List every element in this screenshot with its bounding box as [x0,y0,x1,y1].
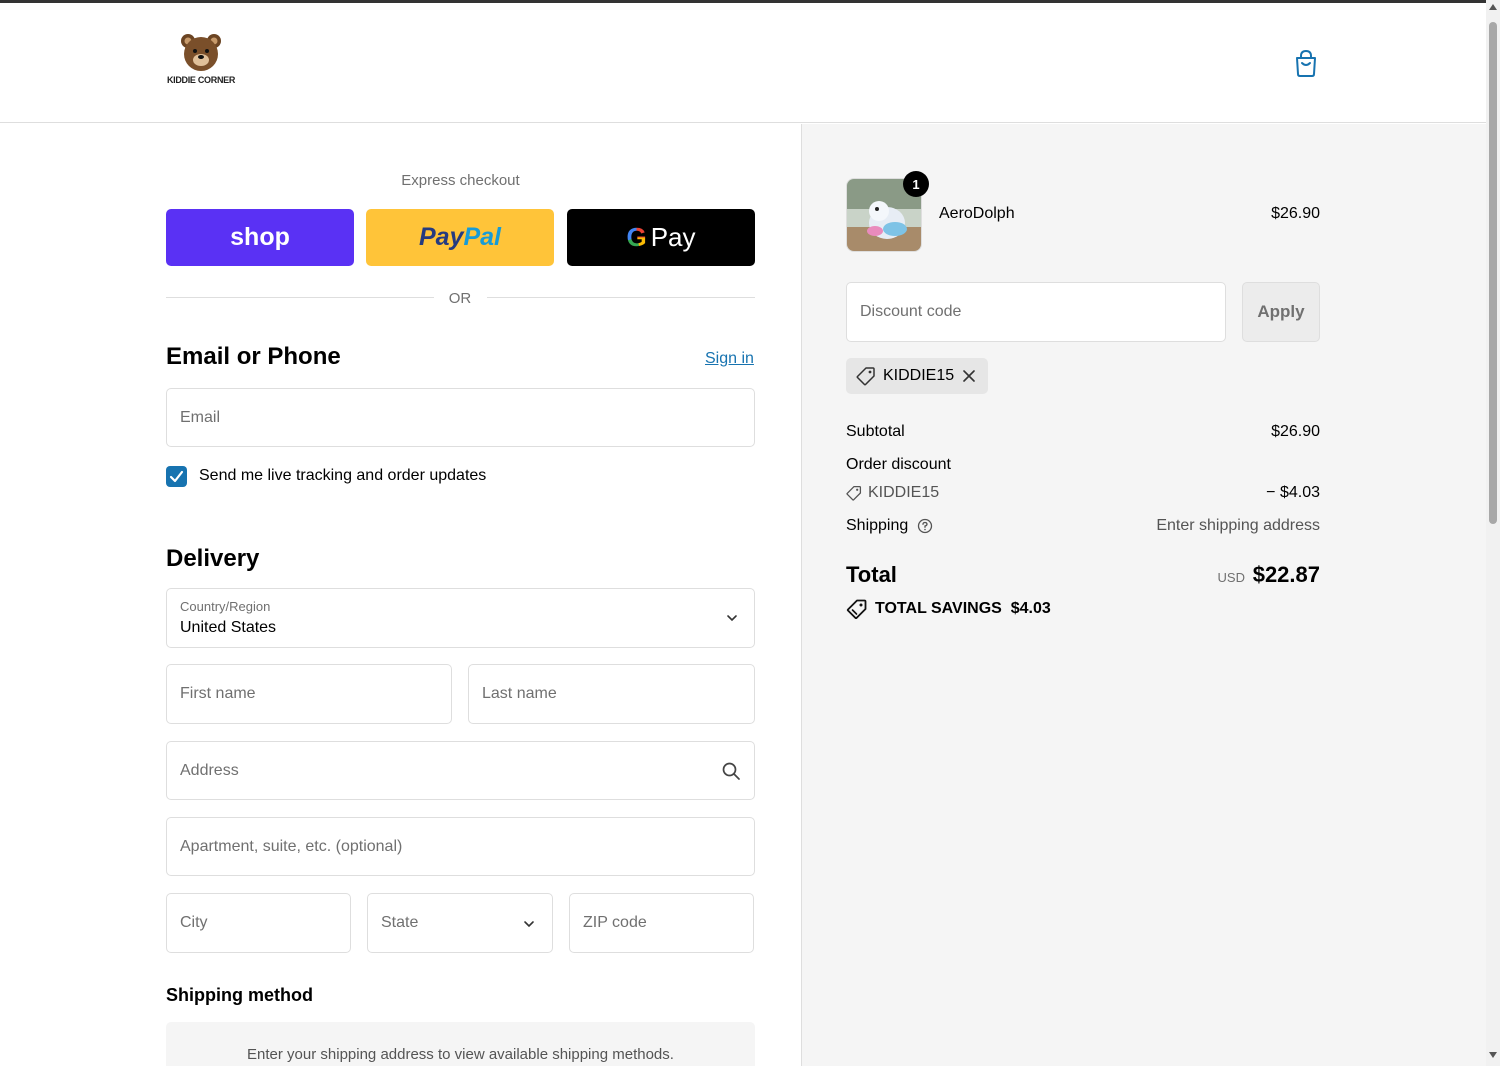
store-logo[interactable]: KIDDIE CORNER [166,29,236,95]
city-placeholder: City [180,914,208,931]
shop-pay-button[interactable]: shop [166,209,354,266]
first-name-field[interactable]: First name [166,664,452,724]
scroll-down-arrow-icon[interactable] [1489,1052,1497,1058]
total-savings: TOTAL SAVINGS $4.03 [875,600,1051,618]
address-placeholder: Address [180,761,239,779]
product-price: $26.90 [1271,205,1320,222]
order-discount-label: Order discount [846,456,951,473]
tag-icon [846,485,862,501]
order-summary-column [801,124,1486,1066]
header: KIDDIE CORNER [0,3,1486,123]
country-value: United States [180,619,277,636]
shipping-label: Shipping [846,517,909,534]
tracking-checkbox[interactable] [166,466,187,487]
sign-in-link[interactable]: Sign in [705,350,754,368]
applied-discount-code: KIDDIE15 [883,367,955,384]
city-field[interactable]: City [166,893,351,953]
country-select[interactable]: Country/Region United States [166,588,755,648]
discount-code-field[interactable]: Discount code [846,282,1226,342]
apartment-field[interactable]: Apartment, suite, etc. (optional) [166,817,755,876]
chevron-down-icon [727,615,737,622]
shipping-method-title: Shipping method [166,985,313,1005]
divider-left [166,297,434,298]
search-icon[interactable] [721,761,741,781]
paypal-label-pal: Pal [463,223,501,251]
total-value: $22.87 [1252,562,1320,587]
tracking-checkbox-label: Send me live tracking and order updates [199,467,487,484]
total-savings-label: TOTAL SAVINGS [875,600,1002,617]
country-label: Country/Region [180,599,271,614]
page-scrollbar[interactable] [1486,0,1500,1066]
discount-code-placeholder: Discount code [860,303,962,320]
express-checkout-label: Express checkout [401,172,520,189]
first-name-placeholder: First name [180,685,256,702]
address-field[interactable]: Address [166,741,755,800]
total-label: Total [846,562,897,587]
chevron-down-icon [524,921,534,928]
scroll-up-arrow-icon[interactable] [1489,4,1497,10]
bear-logo-icon [181,34,221,71]
apply-discount-button[interactable]: Apply [1242,282,1320,342]
scrollbar-thumb[interactable] [1489,22,1497,524]
paypal-label-pay: Pay [418,223,464,251]
quantity-badge: 1 [903,171,929,197]
google-pay-button[interactable]: G Pay [567,209,755,266]
checkmark-icon [169,470,184,483]
apartment-placeholder: Apartment, suite, etc. (optional) [180,837,403,855]
delivery-title: Delivery [166,545,260,572]
store-name: KIDDIE CORNER [166,75,236,85]
zip-code-field[interactable]: ZIP code [569,893,754,953]
shipping-value: Enter shipping address [1156,517,1320,534]
order-discount-value: − $4.03 [1266,484,1320,501]
shipping-method-info: Enter your shipping address to view avai… [247,1046,674,1063]
google-pay-label: Pay [650,222,696,252]
subtotal-value: $26.90 [1271,423,1320,440]
close-icon[interactable] [962,369,976,383]
subtotal-label: Subtotal [846,423,905,440]
divider-right [487,297,755,298]
shop-pay-label: shop [230,223,290,251]
order-discount-code: KIDDIE15 [868,484,940,501]
email-field[interactable]: Email [166,388,755,447]
product-name: AeroDolph [939,205,1015,222]
state-placeholder: State [381,914,419,931]
total-savings-value: $4.03 [1010,600,1051,617]
contact-title: Email or Phone [166,343,341,370]
savings-tag-icon [846,599,867,619]
shipping-method-box: Enter your shipping address to view avai… [166,1022,755,1066]
total-currency: USD [1217,570,1245,585]
google-g-icon: G [626,222,647,252]
or-divider-label: OR [448,290,472,307]
state-select[interactable]: State [367,893,553,953]
last-name-field[interactable]: Last name [468,664,755,724]
applied-discount-chip: KIDDIE15 [846,358,988,394]
tag-icon [856,367,875,386]
help-icon[interactable] [917,518,933,534]
zip-code-placeholder: ZIP code [583,914,647,931]
email-placeholder: Email [180,408,221,426]
last-name-placeholder: Last name [482,685,557,702]
paypal-button[interactable]: Pay Pal [366,209,554,266]
shopping-bag-icon[interactable] [1293,49,1319,77]
